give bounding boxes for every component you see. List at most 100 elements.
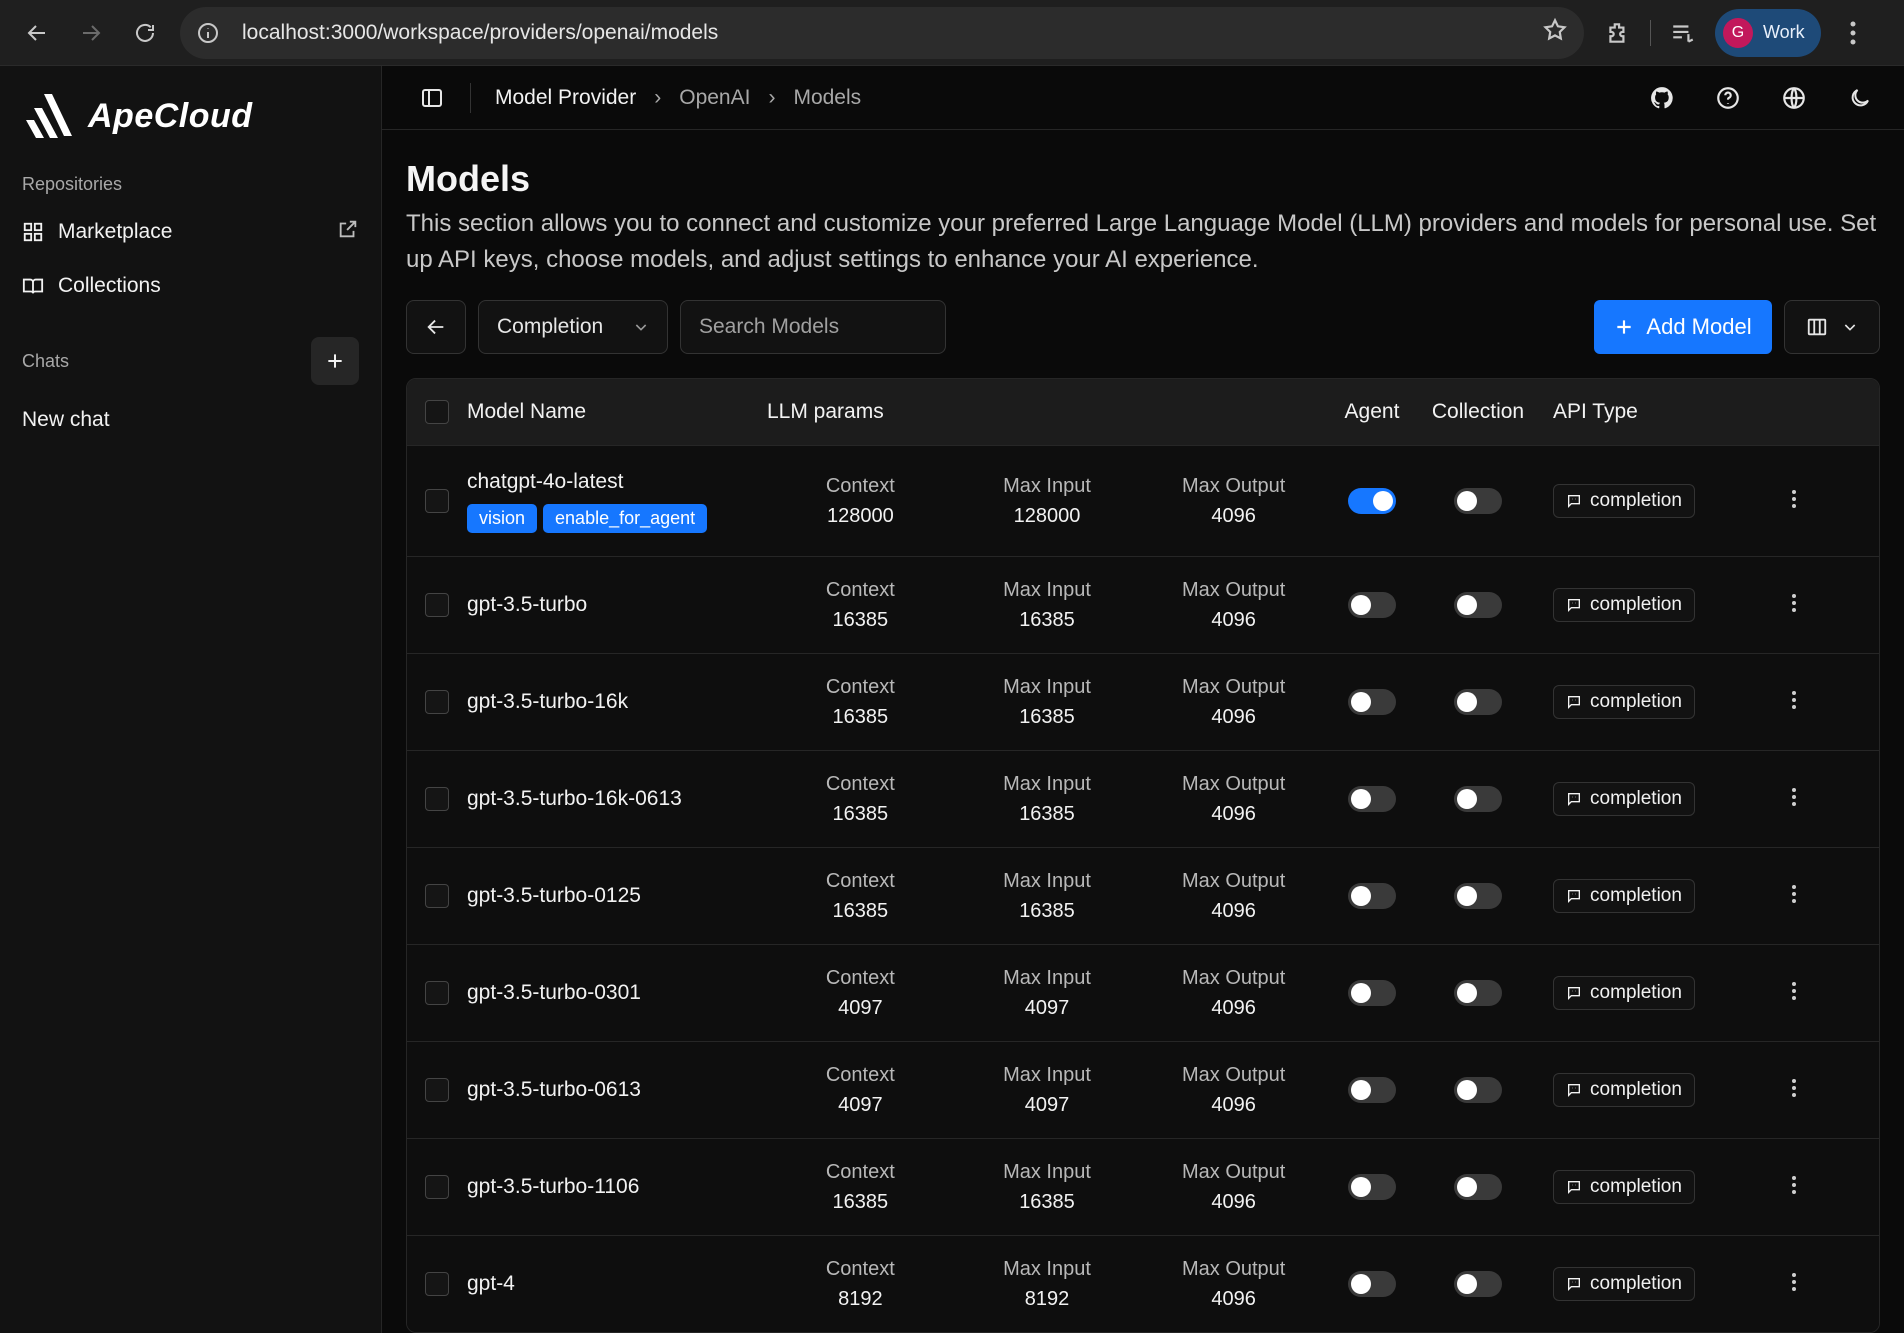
grid-icon	[23, 222, 43, 242]
agent-toggle[interactable]	[1348, 488, 1396, 514]
agent-toggle[interactable]	[1348, 883, 1396, 909]
row-actions-icon[interactable]	[1791, 884, 1797, 909]
sidebar-toggle-icon[interactable]	[420, 86, 444, 110]
back-button[interactable]	[406, 300, 466, 354]
brand-name: ApeCloud	[88, 96, 253, 135]
param-context: Context 16385	[825, 773, 895, 825]
reload-icon[interactable]	[118, 6, 172, 60]
chevron-down-icon	[1844, 324, 1856, 331]
collection-toggle[interactable]	[1454, 1174, 1502, 1200]
collection-toggle[interactable]	[1454, 883, 1502, 909]
agent-toggle[interactable]	[1348, 689, 1396, 715]
api-type-badge: completion	[1553, 1170, 1695, 1204]
collection-toggle[interactable]	[1454, 1077, 1502, 1103]
message-square-icon	[1568, 1278, 1581, 1291]
globe-icon[interactable]	[1774, 78, 1814, 118]
api-type-badge: completion	[1553, 976, 1695, 1010]
sidebar-item-collections[interactable]: Collections	[0, 259, 381, 313]
breadcrumb-models: Models	[793, 85, 862, 109]
row-checkbox[interactable]	[425, 981, 449, 1005]
address-bar[interactable]: localhost:3000/workspace/providers/opena…	[180, 6, 1584, 59]
agent-toggle[interactable]	[1348, 980, 1396, 1006]
columns-icon	[1807, 318, 1827, 336]
row-checkbox[interactable]	[425, 787, 449, 811]
row-actions-icon[interactable]	[1791, 1175, 1797, 1200]
table-body: chatgpt-4o-latest vision enable_for_agent…	[407, 445, 1879, 1332]
row-actions-icon[interactable]	[1791, 1272, 1797, 1297]
github-icon[interactable]	[1642, 78, 1682, 118]
agent-toggle[interactable]	[1348, 592, 1396, 618]
param-context: Context 16385	[825, 870, 895, 922]
table-row: gpt-3.5-turbo-0613 Context 4097 Max Input…	[407, 1041, 1879, 1138]
help-icon[interactable]	[1708, 78, 1748, 118]
param-max-output: Max Output 4096	[1181, 773, 1286, 825]
param-context: Context 16385	[825, 579, 895, 631]
column-settings-button[interactable]	[1784, 300, 1880, 354]
url-text[interactable]: localhost:3000/workspace/providers/opena…	[242, 21, 1542, 45]
back-arrow-icon[interactable]	[10, 6, 64, 60]
profile-chip[interactable]: G Work	[1715, 8, 1821, 57]
forward-arrow-icon[interactable]	[64, 6, 118, 60]
bookmark-star-icon[interactable]	[1542, 17, 1568, 49]
collection-toggle[interactable]	[1454, 488, 1502, 514]
select-all-checkbox[interactable]	[425, 400, 449, 424]
chevron-right-icon: ›	[654, 85, 662, 109]
sidebar-item-marketplace[interactable]: Marketplace	[0, 205, 381, 259]
agent-toggle[interactable]	[1348, 786, 1396, 812]
row-actions-icon[interactable]	[1791, 489, 1797, 514]
header-api-type: API Type	[1553, 400, 1638, 423]
arrow-left-icon	[427, 319, 444, 335]
collection-toggle[interactable]	[1454, 786, 1502, 812]
agent-toggle[interactable]	[1348, 1174, 1396, 1200]
breadcrumb-openai[interactable]: OpenAI	[679, 86, 750, 110]
agent-toggle[interactable]	[1348, 1077, 1396, 1103]
row-actions-icon[interactable]	[1791, 690, 1797, 715]
row-checkbox[interactable]	[425, 884, 449, 908]
row-checkbox[interactable]	[425, 1078, 449, 1102]
collection-toggle[interactable]	[1454, 592, 1502, 618]
row-checkbox[interactable]	[425, 593, 449, 617]
new-chat-button[interactable]	[311, 337, 359, 385]
message-square-icon	[1568, 599, 1581, 612]
header-collection: Collection	[1431, 400, 1525, 423]
kebab-menu-icon[interactable]	[1831, 11, 1875, 55]
model-name: gpt-3.5-turbo-0613	[467, 1078, 641, 1101]
logo[interactable]: ApeCloud	[0, 88, 381, 144]
api-type-select[interactable]: Completion	[478, 300, 668, 354]
logo-mark-icon	[26, 94, 72, 138]
external-link-icon[interactable]	[337, 218, 359, 246]
chat-item-label: New chat	[22, 408, 110, 431]
message-square-icon	[1568, 1084, 1581, 1097]
site-info-icon[interactable]	[196, 19, 224, 47]
search-input[interactable]: Search Models	[680, 300, 946, 354]
table-row: gpt-3.5-turbo-16k Context 16385 Max Input…	[407, 653, 1879, 750]
model-name: gpt-3.5-turbo-16k	[467, 690, 629, 713]
param-max-output: Max Output 4096	[1181, 676, 1286, 728]
row-actions-icon[interactable]	[1791, 787, 1797, 812]
collection-toggle[interactable]	[1454, 1271, 1502, 1297]
collection-toggle[interactable]	[1454, 689, 1502, 715]
plus-icon	[328, 354, 342, 368]
param-max-output: Max Output 4096	[1181, 967, 1286, 1019]
row-checkbox[interactable]	[425, 690, 449, 714]
repositories-label: Repositories	[22, 174, 123, 194]
media-queue-icon[interactable]	[1661, 11, 1705, 55]
breadcrumb-model-provider[interactable]: Model Provider	[495, 86, 636, 110]
moon-icon[interactable]	[1840, 78, 1880, 118]
row-actions-icon[interactable]	[1791, 593, 1797, 618]
agent-toggle[interactable]	[1348, 1271, 1396, 1297]
row-checkbox[interactable]	[425, 1272, 449, 1296]
message-square-icon	[1568, 495, 1581, 508]
row-actions-icon[interactable]	[1791, 1078, 1797, 1103]
add-model-button[interactable]: Add Model	[1594, 300, 1772, 354]
row-actions-icon[interactable]	[1791, 981, 1797, 1006]
param-context: Context 16385	[825, 1161, 895, 1213]
collection-toggle[interactable]	[1454, 980, 1502, 1006]
row-checkbox[interactable]	[425, 1175, 449, 1199]
header-llm-params: LLM params	[767, 400, 884, 423]
table-row: gpt-3.5-turbo-0125 Context 16385 Max Inpu…	[407, 847, 1879, 944]
chat-item-new-chat[interactable]: New chat	[0, 393, 381, 447]
extensions-icon[interactable]	[1596, 11, 1640, 55]
table-row: gpt-3.5-turbo Context 16385 Max Input 1638…	[407, 556, 1879, 653]
row-checkbox[interactable]	[425, 489, 449, 513]
